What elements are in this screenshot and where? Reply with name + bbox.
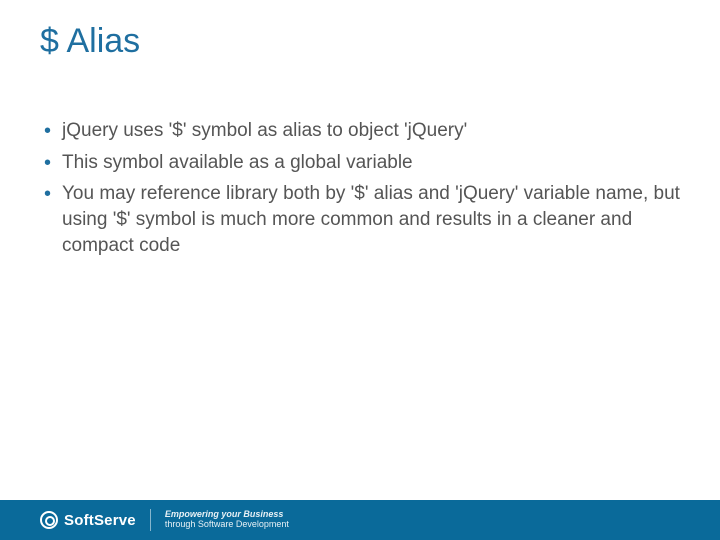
list-item: jQuery uses '$' symbol as alias to objec… bbox=[40, 118, 680, 144]
footer-bar: SoftServe Empowering your Business throu… bbox=[0, 500, 720, 540]
brand-tagline: Empowering your Business through Softwar… bbox=[165, 510, 289, 530]
softserve-icon bbox=[40, 511, 58, 529]
list-item: This symbol available as a global variab… bbox=[40, 150, 680, 176]
slide-title: $ Alias bbox=[40, 22, 140, 61]
slide: $ Alias jQuery uses '$' symbol as alias … bbox=[0, 0, 720, 540]
list-item: You may reference library both by '$' al… bbox=[40, 181, 680, 258]
tagline-line2: through Software Development bbox=[165, 520, 289, 530]
brand-logo: SoftServe bbox=[40, 511, 136, 529]
brand-name: SoftServe bbox=[64, 512, 136, 529]
bullet-list: jQuery uses '$' symbol as alias to objec… bbox=[40, 118, 680, 264]
footer-divider bbox=[150, 509, 151, 531]
